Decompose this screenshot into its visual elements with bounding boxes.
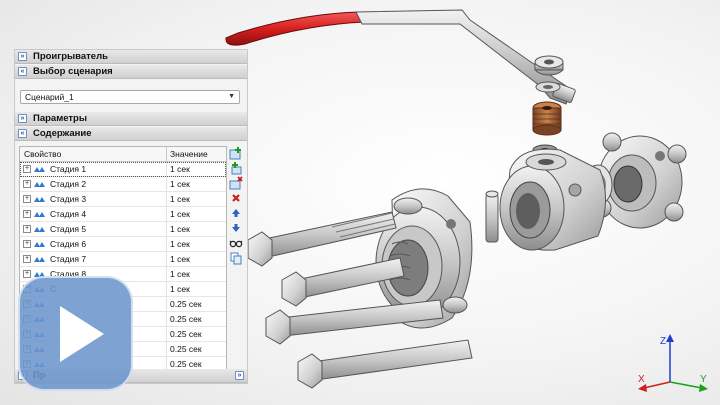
expand-row-icon[interactable]: + xyxy=(23,195,31,203)
section-scenario-label: Выбор сценария xyxy=(33,66,113,77)
expand-row-icon[interactable]: + xyxy=(23,240,31,248)
row-property: Стадия 2 xyxy=(50,179,87,189)
table-row[interactable]: + Стадия 5 1 сек xyxy=(20,222,226,237)
section-parameters-label: Параметры xyxy=(33,113,87,124)
table-row[interactable]: + Стадия 3 1 сек xyxy=(20,192,226,207)
add-substage-icon[interactable] xyxy=(229,161,243,175)
row-value[interactable]: 1 сек xyxy=(170,177,190,191)
stage-icon xyxy=(34,212,45,217)
row-value[interactable]: 1 сек xyxy=(170,222,190,236)
row-value[interactable]: 0.25 сек xyxy=(170,297,202,311)
section-parameters[interactable]: » Параметры xyxy=(15,112,247,126)
play-icon xyxy=(60,306,104,362)
grid-header: Свойство Значение xyxy=(20,147,226,162)
delete-icon[interactable] xyxy=(229,191,243,205)
table-row[interactable]: + Стадия 6 1 сек xyxy=(20,237,226,252)
collapse-icon[interactable]: « xyxy=(18,129,27,138)
row-value[interactable]: 1 сек xyxy=(170,237,190,251)
chevron-down-icon[interactable]: ▼ xyxy=(228,91,235,103)
bolt xyxy=(297,339,473,389)
row-property: Стадия 6 xyxy=(50,239,87,249)
row-property: Стадия 3 xyxy=(50,194,87,204)
row-property: Стадия 1 xyxy=(50,164,87,174)
copy-icon[interactable] xyxy=(229,251,243,265)
add-action-icon[interactable] xyxy=(229,176,243,190)
row-value[interactable]: 1 сек xyxy=(170,162,190,176)
stage-icon xyxy=(34,227,45,232)
section-player[interactable]: » Проигрыватель xyxy=(15,50,247,64)
row-value[interactable]: 0.25 сек xyxy=(170,327,202,341)
move-down-icon[interactable] xyxy=(229,221,243,235)
table-row[interactable]: + Стадия 7 1 сек xyxy=(20,252,226,267)
brass-gland xyxy=(532,101,562,136)
expand-row-icon[interactable]: + xyxy=(23,180,31,188)
expand-row-icon[interactable]: + xyxy=(23,165,31,173)
scenario-select-value: Сценарий_1 xyxy=(25,92,74,102)
section-scenario-choice[interactable]: « Выбор сценария xyxy=(15,65,247,79)
row-value[interactable]: 0.25 сек xyxy=(170,342,202,356)
stage-icon xyxy=(34,167,45,172)
move-up-icon[interactable] xyxy=(229,206,243,220)
expand-icon[interactable]: » xyxy=(18,52,27,61)
row-value[interactable]: 0.25 сек xyxy=(170,312,202,326)
stage-icon xyxy=(34,182,45,187)
table-row[interactable]: + Стадия 4 1 сек xyxy=(20,207,226,222)
valve-body xyxy=(499,148,607,251)
row-value[interactable]: 1 сек xyxy=(170,282,190,296)
stage-icon xyxy=(34,257,45,262)
valve-handle xyxy=(225,9,576,105)
axis-z-label: Z xyxy=(660,336,666,347)
play-button[interactable] xyxy=(18,276,133,391)
expand-row-icon[interactable]: + xyxy=(23,270,31,278)
expand-row-icon[interactable]: + xyxy=(23,210,31,218)
stage-icon xyxy=(34,242,45,247)
row-value[interactable]: 1 сек xyxy=(170,252,190,266)
section-contents[interactable]: « Содержание xyxy=(15,127,247,141)
add-stage-icon[interactable] xyxy=(229,146,243,160)
row-property: Стадия 4 xyxy=(50,209,87,219)
expand-icon[interactable]: » xyxy=(18,114,27,123)
scenario-select[interactable]: Сценарий_1 ▼ xyxy=(20,90,240,104)
row-value[interactable]: 1 сек xyxy=(170,192,190,206)
expand-panel-icon[interactable]: » xyxy=(235,371,244,380)
stage-icon xyxy=(34,197,45,202)
column-header-property: Свойство xyxy=(24,149,62,159)
section-contents-label: Содержание xyxy=(33,128,92,139)
expand-row-icon[interactable]: + xyxy=(23,255,31,263)
row-value[interactable]: 1 сек xyxy=(170,267,190,281)
row-property: Стадия 5 xyxy=(50,224,87,234)
table-row[interactable]: + Стадия 1 1 сек xyxy=(20,162,226,177)
insert-pin xyxy=(485,190,499,243)
column-header-value: Значение xyxy=(170,149,208,159)
collapse-icon[interactable]: « xyxy=(18,67,27,76)
bolt xyxy=(247,211,397,267)
axis-y-label: Y xyxy=(700,374,707,385)
row-property: Стадия 7 xyxy=(50,254,87,264)
glasses-icon[interactable] xyxy=(229,236,243,250)
axis-x-label: X xyxy=(638,374,645,385)
row-value[interactable]: 1 сек xyxy=(170,207,190,221)
axis-triad: Z X Y xyxy=(638,334,708,392)
table-row[interactable]: + Стадия 2 1 сек xyxy=(20,177,226,192)
section-player-label: Проигрыватель xyxy=(33,51,108,62)
expand-row-icon[interactable]: + xyxy=(23,225,31,233)
